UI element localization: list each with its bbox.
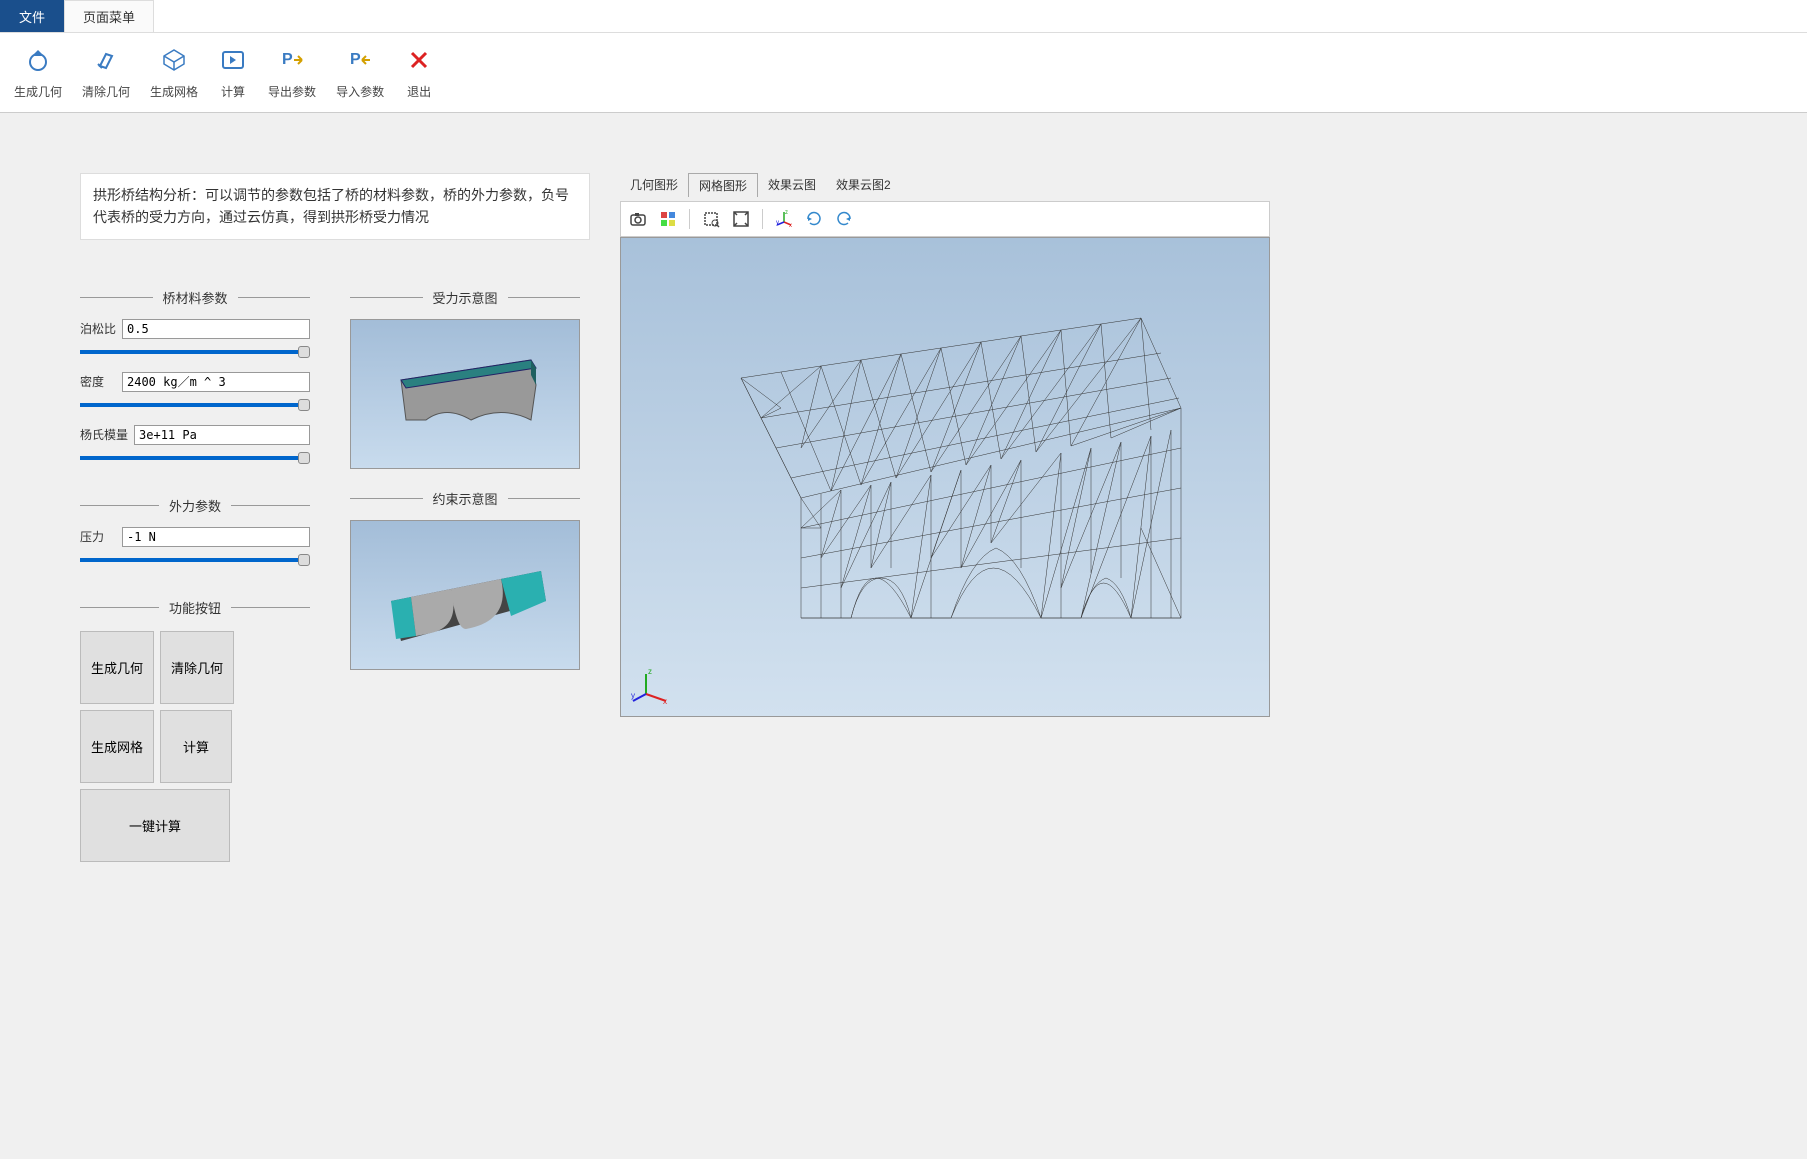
section-force: 外力参数 bbox=[80, 496, 310, 515]
pressure-label: 压力 bbox=[80, 528, 116, 545]
viewer-toolbar: z x y bbox=[620, 201, 1270, 237]
mesh-icon bbox=[159, 45, 189, 75]
btn-clear-geometry[interactable]: 清除几何 bbox=[160, 631, 234, 704]
svg-text:y: y bbox=[631, 691, 635, 700]
description-box: 拱形桥结构分析：可以调节的参数包括了桥的材料参数，桥的外力参数，负号代表桥的受力… bbox=[80, 173, 590, 240]
viewer-tab-cloud1[interactable]: 效果云图 bbox=[758, 173, 826, 197]
left-panel: 拱形桥结构分析：可以调节的参数包括了桥的材料参数，桥的外力参数，负号代表桥的受力… bbox=[80, 173, 590, 862]
exit-icon bbox=[404, 45, 434, 75]
density-input[interactable] bbox=[122, 372, 310, 392]
youngs-label: 杨氏模量 bbox=[80, 426, 128, 443]
geometry-icon bbox=[23, 45, 53, 75]
toolbar-label: 计算 bbox=[221, 83, 245, 100]
svg-text:z: z bbox=[648, 667, 652, 676]
rotate-ccw-icon[interactable] bbox=[831, 206, 857, 232]
rotate-cw-icon[interactable] bbox=[801, 206, 827, 232]
toolbar-label: 生成几何 bbox=[14, 83, 62, 100]
viewport-3d[interactable]: z x y bbox=[620, 237, 1270, 717]
youngs-slider[interactable] bbox=[80, 456, 310, 460]
btn-gen-mesh[interactable]: 生成网格 bbox=[80, 710, 154, 783]
constraint-diagram-preview bbox=[350, 520, 580, 670]
toolbar-clear-geometry[interactable]: 清除几何 bbox=[72, 41, 140, 104]
btn-gen-geometry[interactable]: 生成几何 bbox=[80, 631, 154, 704]
ribbon-toolbar: 生成几何 清除几何 生成网格 计算 P 导出参数 P 导入参数 退出 bbox=[0, 33, 1807, 113]
zoom-extent-icon[interactable] bbox=[728, 206, 754, 232]
toolbar-export-params[interactable]: P 导出参数 bbox=[258, 41, 326, 104]
poisson-label: 泊松比 bbox=[80, 320, 116, 337]
svg-text:x: x bbox=[663, 697, 667, 706]
force-diagram-preview bbox=[350, 319, 580, 469]
axis-icon[interactable]: z x y bbox=[771, 206, 797, 232]
compute-icon bbox=[218, 45, 248, 75]
density-label: 密度 bbox=[80, 373, 116, 390]
svg-text:y: y bbox=[776, 220, 779, 226]
pressure-input[interactable] bbox=[122, 527, 310, 547]
toolbar-exit[interactable]: 退出 bbox=[394, 41, 444, 104]
btn-compute[interactable]: 计算 bbox=[160, 710, 232, 783]
camera-icon[interactable] bbox=[625, 206, 651, 232]
toolbar-label: 清除几何 bbox=[82, 83, 130, 100]
section-force-diagram: 受力示意图 bbox=[350, 288, 580, 307]
density-slider[interactable] bbox=[80, 403, 310, 407]
svg-text:P: P bbox=[282, 51, 293, 68]
select-mode-icon[interactable] bbox=[655, 206, 681, 232]
toolbar-label: 导出参数 bbox=[268, 83, 316, 100]
toolbar-compute[interactable]: 计算 bbox=[208, 41, 258, 104]
toolbar-gen-mesh[interactable]: 生成网格 bbox=[140, 41, 208, 104]
section-material: 桥材料参数 bbox=[80, 288, 310, 307]
poisson-slider[interactable] bbox=[80, 350, 310, 354]
viewer-tab-mesh[interactable]: 网格图形 bbox=[688, 173, 758, 197]
clear-geometry-icon bbox=[91, 45, 121, 75]
workspace: 拱形桥结构分析：可以调节的参数包括了桥的材料参数，桥的外力参数，负号代表桥的受力… bbox=[0, 113, 1807, 882]
section-functions: 功能按钮 bbox=[80, 598, 310, 617]
zoom-window-icon[interactable] bbox=[698, 206, 724, 232]
menu-tab-page[interactable]: 页面菜单 bbox=[64, 0, 154, 32]
viewer-tab-cloud2[interactable]: 效果云图2 bbox=[826, 173, 901, 197]
axis-gizmo: z x y bbox=[631, 666, 671, 706]
svg-text:P: P bbox=[350, 51, 361, 68]
toolbar-import-params[interactable]: P 导入参数 bbox=[326, 41, 394, 104]
params-column: 桥材料参数 泊松比 密度 杨氏模量 bbox=[80, 270, 310, 862]
youngs-input[interactable] bbox=[134, 425, 310, 445]
viewer-tabs: 几何图形 网格图形 效果云图 效果云图2 bbox=[620, 173, 1270, 197]
import-params-icon: P bbox=[345, 45, 375, 75]
poisson-input[interactable] bbox=[122, 319, 310, 339]
svg-text:z: z bbox=[785, 210, 788, 216]
menu-tab-file[interactable]: 文件 bbox=[0, 0, 64, 32]
pressure-slider[interactable] bbox=[80, 558, 310, 562]
diagrams-column: 受力示意图 约束示意图 bbox=[350, 270, 580, 862]
export-params-icon: P bbox=[277, 45, 307, 75]
toolbar-gen-geometry[interactable]: 生成几何 bbox=[4, 41, 72, 104]
toolbar-label: 退出 bbox=[407, 83, 431, 100]
toolbar-label: 生成网格 bbox=[150, 83, 198, 100]
toolbar-label: 导入参数 bbox=[336, 83, 384, 100]
viewer-tab-geometry[interactable]: 几何图形 bbox=[620, 173, 688, 197]
svg-text:x: x bbox=[789, 223, 792, 228]
section-constraint-diagram: 约束示意图 bbox=[350, 489, 580, 508]
right-panel: 几何图形 网格图形 效果云图 效果云图2 z x y bbox=[620, 173, 1270, 862]
btn-one-click[interactable]: 一键计算 bbox=[80, 789, 230, 862]
menu-tabs: 文件 页面菜单 bbox=[0, 0, 1807, 33]
